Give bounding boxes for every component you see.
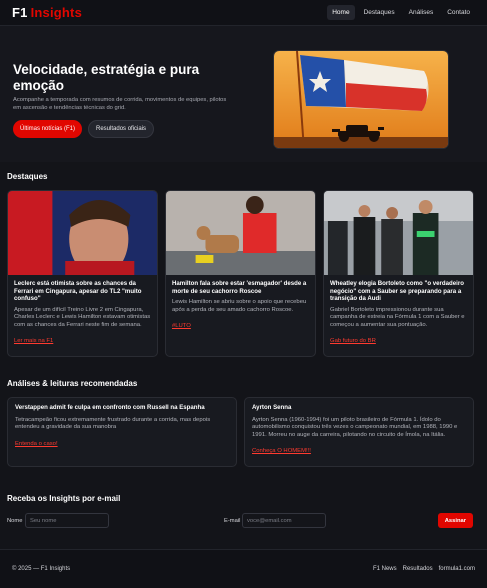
bortoleto-team-photo xyxy=(324,191,473,275)
logo-f1: F1 xyxy=(12,5,28,20)
card-link[interactable]: #LUTO xyxy=(172,323,191,329)
card-description: Gabriel Bortoleto impressionou durante s… xyxy=(330,306,465,328)
card-description: Apesar de um difícil Treino Livre 2 em C… xyxy=(14,306,151,328)
footer-copyright: © 2025 — F1 Insights xyxy=(12,566,71,572)
leclerc-photo xyxy=(8,191,157,275)
highlights-section: Destaques Leclerc está otimista sobre as… xyxy=(0,172,487,357)
news-card[interactable]: Wheatley elogia Bortoleto como "o verdad… xyxy=(323,190,474,357)
footer-link-resultados[interactable]: Resultados xyxy=(403,566,433,572)
latest-news-button[interactable]: Últimas notícias (F1) xyxy=(13,120,83,138)
analyses-title: Análises & leituras recomendadas xyxy=(7,379,138,388)
hero-subtitle: Acompanhe a temporada com resumos de cor… xyxy=(13,97,227,111)
footer-link-formula1[interactable]: formula1.com xyxy=(439,566,475,572)
newsletter-form: Nome Seu nome E-mail voce@email.com Assi… xyxy=(0,512,487,532)
hero-text: Velocidade, estratégia e pura emoção Aco… xyxy=(13,62,253,138)
news-card[interactable]: Hamilton fala sobre estar 'esmagador' de… xyxy=(165,190,316,357)
analysis-description: Tetracampeão ficou extremamente frustrad… xyxy=(15,417,211,431)
analysis-card[interactable]: Ayrton Senna Ayrton Senna (1960-1994) fo… xyxy=(244,397,474,467)
name-input[interactable]: Seu nome xyxy=(25,513,109,528)
site-logo[interactable]: F1 Insights xyxy=(12,5,82,20)
card-body: Wheatley elogia Bortoleto como "o verdad… xyxy=(324,275,473,352)
hero-section: Velocidade, estratégia e pura emoção Aco… xyxy=(0,26,487,162)
nav-contato[interactable]: Contato xyxy=(442,5,475,20)
nav-destaques[interactable]: Destaques xyxy=(359,5,400,20)
card-description: Lewis Hamilton se abriu sobre o apoio qu… xyxy=(172,299,307,313)
card-link[interactable]: Ler mais na F1 xyxy=(14,338,53,344)
analyses-list: Verstappen admit fe culpa em confronto c… xyxy=(0,397,487,467)
newsletter-section: Receba os Insights por e-mail Nome Seu n… xyxy=(0,494,487,532)
analysis-card[interactable]: Verstappen admit fe culpa em confronto c… xyxy=(7,397,237,467)
hero-title: Velocidade, estratégia e pura emoção xyxy=(13,62,200,93)
card-link[interactable]: Gab futuro do BR xyxy=(330,338,376,344)
nav-analises[interactable]: Análises xyxy=(404,5,439,20)
card-title: Hamilton fala sobre estar 'esmagador' de… xyxy=(172,280,307,295)
main-nav: Home Destaques Análises Contato xyxy=(327,5,475,20)
site-footer: © 2025 — F1 Insights F1 News Resultados … xyxy=(0,549,487,588)
news-card[interactable]: Leclerc está otimista sobre as chances d… xyxy=(7,190,158,357)
analysis-link[interactable]: Conheça O HOMEM!!! xyxy=(252,448,311,454)
highlights-cards: Leclerc está otimista sobre as chances d… xyxy=(0,190,487,357)
hero-buttons: Últimas notícias (F1) Resultados oficiai… xyxy=(13,120,253,138)
official-results-button[interactable]: Resultados oficiais xyxy=(88,120,155,138)
card-body: Hamilton fala sobre estar 'esmagador' de… xyxy=(166,275,315,337)
subscribe-button[interactable]: Assinar xyxy=(437,513,473,528)
footer-link-f1-news[interactable]: F1 News xyxy=(373,566,397,572)
email-label: E-mail xyxy=(224,518,241,524)
highlights-title: Destaques xyxy=(7,172,48,181)
analyses-section: Análises & leituras recomendadas Verstap… xyxy=(0,379,487,467)
newsletter-title: Receba os Insights por e-mail xyxy=(7,494,121,503)
analysis-title: Ayrton Senna xyxy=(252,404,292,411)
name-label: Nome xyxy=(7,518,23,524)
logo-insights: Insights xyxy=(30,5,83,20)
analysis-title: Verstappen admit fe culpa em confronto c… xyxy=(15,404,205,411)
nav-home[interactable]: Home xyxy=(327,5,355,20)
card-title: Leclerc está otimista sobre as chances d… xyxy=(14,280,142,303)
card-body: Leclerc está otimista sobre as chances d… xyxy=(8,275,157,352)
footer-links: F1 News Resultados formula1.com xyxy=(373,566,475,572)
analysis-link[interactable]: Entenda o caso! xyxy=(15,441,58,447)
card-title: Wheatley elogia Bortoleto como "o verdad… xyxy=(330,280,464,303)
hamilton-dog-photo xyxy=(166,191,315,275)
site-header: F1 Insights Home Destaques Análises Conta… xyxy=(0,0,487,26)
hero-image xyxy=(273,50,449,149)
analysis-description: Ayrton Senna (1960-1994) foi um piloto b… xyxy=(252,417,458,438)
email-input[interactable]: voce@email.com xyxy=(242,513,326,528)
